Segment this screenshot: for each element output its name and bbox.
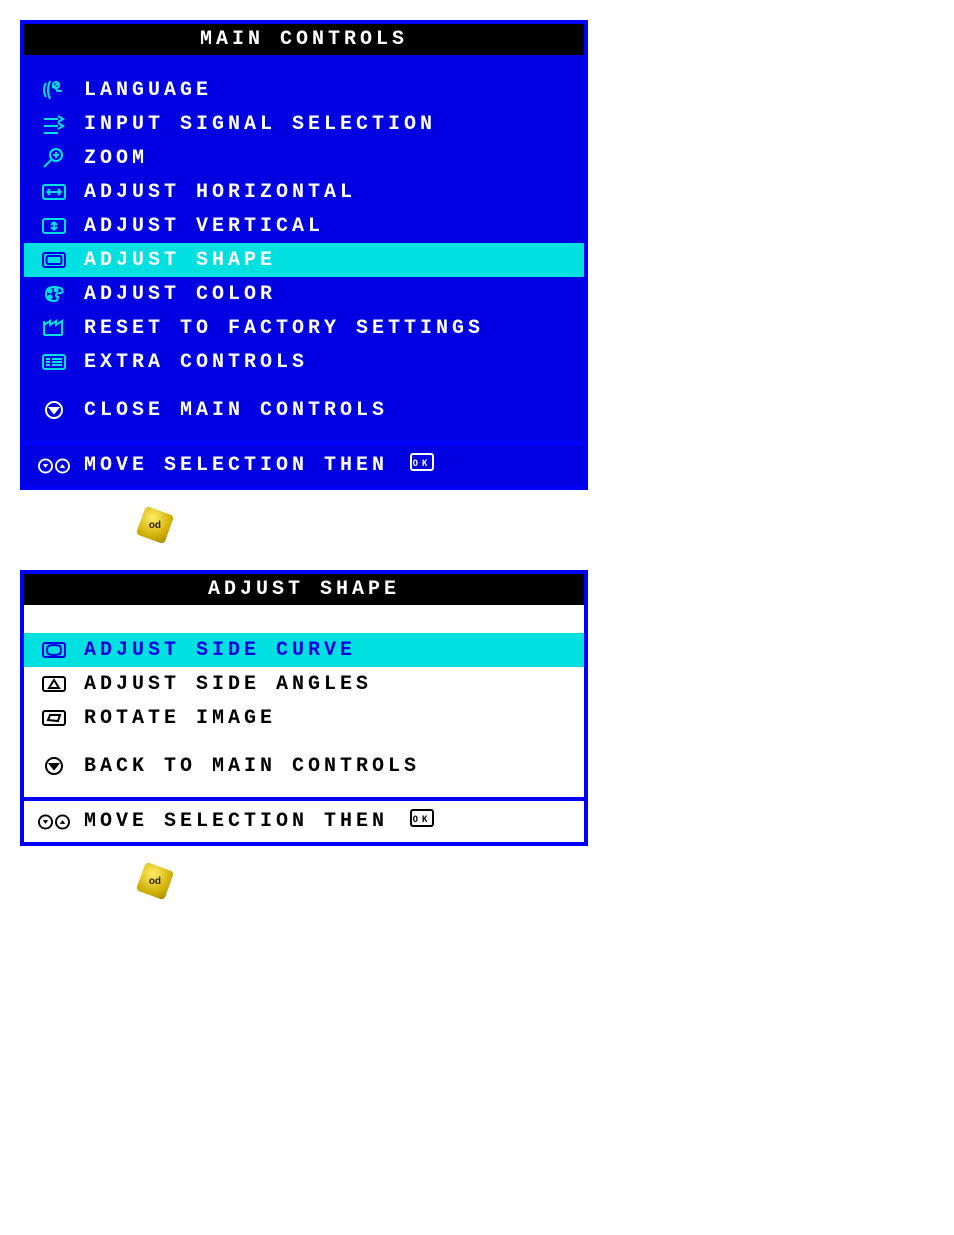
rotate-icon bbox=[38, 705, 70, 731]
menu-item-side-angles[interactable]: ADJUST SIDE ANGLES bbox=[24, 667, 584, 701]
main-controls-window: MAIN CONTROLS LANGUAGE INPUT SIGNAL SELE… bbox=[20, 20, 588, 490]
menu-label: ADJUST HORIZONTAL bbox=[84, 181, 356, 204]
menu-item-adjust-color[interactable]: ADJUST COLOR bbox=[24, 277, 584, 311]
ok-physical-button-icon bbox=[136, 862, 174, 900]
back-label: BACK TO MAIN CONTROLS bbox=[84, 755, 420, 778]
horizontal-icon bbox=[38, 179, 70, 205]
vertical-icon bbox=[38, 213, 70, 239]
up-down-icons bbox=[38, 813, 70, 831]
menu-label: ADJUST COLOR bbox=[84, 283, 276, 306]
menu-item-language[interactable]: LANGUAGE bbox=[24, 73, 584, 107]
svg-text:OK: OK bbox=[413, 459, 432, 469]
menu-item-input-signal[interactable]: INPUT SIGNAL SELECTION bbox=[24, 107, 584, 141]
menu-item-rotate-image[interactable]: ROTATE IMAGE bbox=[24, 701, 584, 735]
ok-icon: OK bbox=[410, 453, 434, 478]
menu-item-side-curve[interactable]: ADJUST SIDE CURVE bbox=[24, 633, 584, 667]
menu-label: ADJUST SIDE ANGLES bbox=[84, 673, 372, 696]
menu-label: ADJUST VERTICAL bbox=[84, 215, 324, 238]
menu-label: ZOOM bbox=[84, 147, 148, 170]
shape-icon bbox=[38, 247, 70, 273]
menu-item-extra-controls[interactable]: EXTRA CONTROLS bbox=[24, 345, 584, 379]
main-controls-title: MAIN CONTROLS bbox=[24, 24, 584, 55]
down-arrow-icon bbox=[38, 753, 70, 779]
adjust-shape-footer: MOVE SELECTION THEN OK bbox=[24, 797, 584, 842]
footer-text: MOVE SELECTION THEN bbox=[84, 454, 388, 477]
menu-item-zoom[interactable]: ZOOM bbox=[24, 141, 584, 175]
menu-label: RESET TO FACTORY SETTINGS bbox=[84, 317, 484, 340]
ok-physical-button-icon bbox=[136, 506, 174, 544]
factory-icon bbox=[38, 315, 70, 341]
menu-label: EXTRA CONTROLS bbox=[84, 351, 308, 374]
adjust-shape-body: ADJUST SIDE CURVE ADJUST SIDE ANGLES ROT… bbox=[24, 605, 584, 797]
menu-item-adjust-shape[interactable]: ADJUST SHAPE bbox=[24, 243, 584, 277]
footer-text: MOVE SELECTION THEN bbox=[84, 810, 388, 833]
back-to-main-controls[interactable]: BACK TO MAIN CONTROLS bbox=[24, 735, 584, 789]
color-icon bbox=[38, 281, 70, 307]
main-controls-body: LANGUAGE INPUT SIGNAL SELECTION ZOOM ADJ… bbox=[24, 55, 584, 441]
menu-label: ADJUST SHAPE bbox=[84, 249, 276, 272]
up-down-icons bbox=[38, 457, 70, 475]
menu-label: INPUT SIGNAL SELECTION bbox=[84, 113, 436, 136]
menu-item-reset-factory[interactable]: RESET TO FACTORY SETTINGS bbox=[24, 311, 584, 345]
language-icon bbox=[38, 77, 70, 103]
svg-text:OK: OK bbox=[413, 815, 432, 825]
input-signal-icon bbox=[38, 111, 70, 137]
extra-controls-icon bbox=[38, 349, 70, 375]
side-curve-icon bbox=[38, 637, 70, 663]
side-angles-icon bbox=[38, 671, 70, 697]
menu-label: ADJUST SIDE CURVE bbox=[84, 639, 356, 662]
menu-item-adjust-vertical[interactable]: ADJUST VERTICAL bbox=[24, 209, 584, 243]
close-label: CLOSE MAIN CONTROLS bbox=[84, 399, 388, 422]
main-controls-footer: MOVE SELECTION THEN OK bbox=[24, 441, 584, 486]
close-main-controls[interactable]: CLOSE MAIN CONTROLS bbox=[24, 379, 584, 433]
menu-label: ROTATE IMAGE bbox=[84, 707, 276, 730]
menu-label: LANGUAGE bbox=[84, 79, 212, 102]
ok-icon: OK bbox=[410, 809, 434, 834]
down-arrow-icon bbox=[38, 397, 70, 423]
adjust-shape-window: ADJUST SHAPE ADJUST SIDE CURVE ADJUST SI… bbox=[20, 570, 588, 846]
menu-item-adjust-horizontal[interactable]: ADJUST HORIZONTAL bbox=[24, 175, 584, 209]
adjust-shape-title: ADJUST SHAPE bbox=[24, 574, 584, 605]
zoom-icon bbox=[38, 145, 70, 171]
